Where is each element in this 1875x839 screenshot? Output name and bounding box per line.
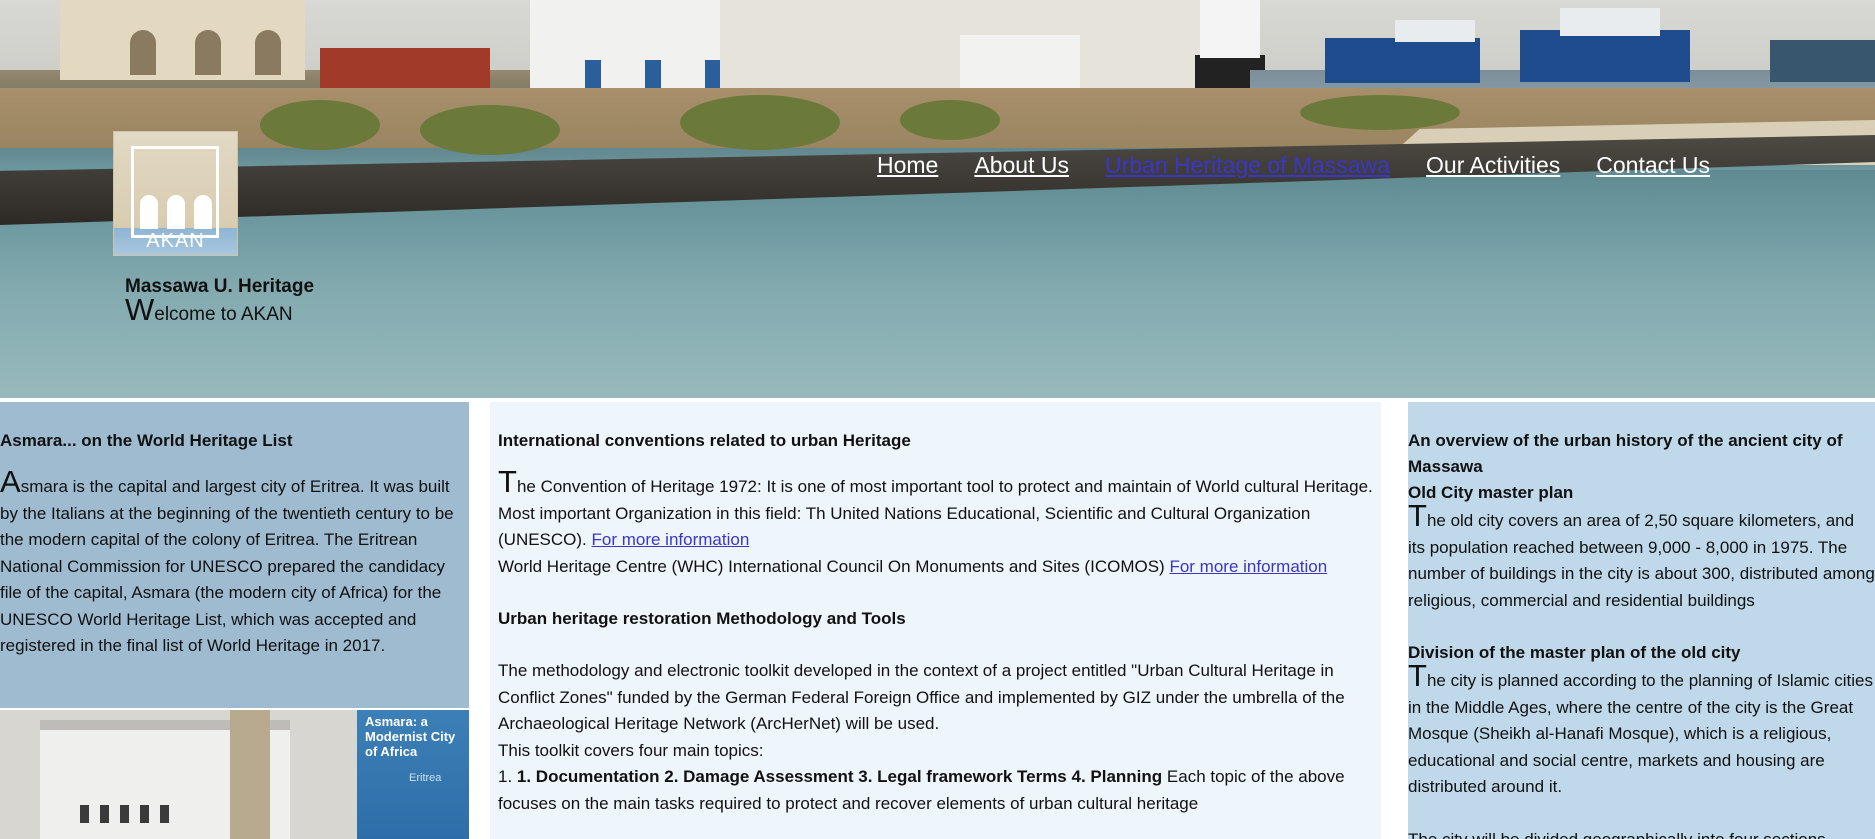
nav-contact-us[interactable]: Contact Us — [1596, 152, 1710, 179]
more-info-link-icomos[interactable]: For more information — [1169, 557, 1327, 576]
logo-text: AKAN — [146, 230, 205, 252]
welcome-rest: elcome to AKAN — [154, 304, 293, 325]
logo-arch — [194, 195, 212, 229]
nav-our-activities[interactable]: Our Activities — [1426, 152, 1560, 179]
topics-list: 1. Documentation 2. Damage Assessment 3.… — [516, 767, 1163, 786]
hero-bush — [900, 100, 1000, 140]
hero-ship — [1770, 40, 1875, 82]
left-heading: Asmara... on the World Heritage List — [0, 431, 293, 450]
middle-content: International conventions related to urb… — [498, 428, 1378, 817]
hero-bush — [1300, 95, 1460, 130]
image-window — [120, 805, 129, 823]
methodology-paragraph: The methodology and electronic toolkit d… — [498, 661, 1345, 733]
left-body: smara is the capital and largest city of… — [0, 477, 454, 655]
book-title: Asmara: a Modernist City of Africa — [365, 714, 456, 759]
hero-ship — [1325, 38, 1480, 83]
image-window — [100, 805, 109, 823]
hero-bush — [680, 95, 840, 150]
hero-container — [320, 48, 490, 93]
hero-building-arch — [255, 30, 281, 75]
akan-logo[interactable]: AKAN — [113, 131, 238, 256]
whc-body: World Heritage Centre (WHC) Internationa… — [498, 556, 1170, 576]
conventions-dropcap: T — [498, 464, 517, 499]
hero-banner — [0, 0, 1875, 398]
left-column: Asmara... on the World Heritage List Asm… — [0, 402, 469, 839]
left-paragraph: Asmara is the capital and largest city o… — [0, 466, 469, 660]
conventions-paragraph: The Convention of Heritage 1972: It is o… — [498, 466, 1378, 554]
hero-ship — [1520, 30, 1690, 82]
master-plan-dropcap: T — [1408, 498, 1427, 533]
nav-urban-heritage[interactable]: Urban Heritage of Massawa — [1105, 152, 1390, 179]
nav-about-us[interactable]: About Us — [974, 152, 1069, 179]
left-content: Asmara... on the World Heritage List Asm… — [0, 428, 469, 660]
middle-column: International conventions related to urb… — [490, 402, 1381, 839]
overview-heading: An overview of the urban history of the … — [1408, 431, 1843, 476]
division-heading: Division of the master plan of the old c… — [1408, 643, 1741, 662]
logo-arch — [140, 195, 158, 229]
hero-building-arch — [130, 30, 156, 75]
master-plan-paragraph: The old city covers an area of 2,50 squa… — [1408, 500, 1875, 614]
nav-home[interactable]: Home — [877, 152, 938, 179]
image-window — [80, 805, 89, 823]
logo-arch — [167, 195, 185, 229]
master-plan-heading: Old City master plan — [1408, 483, 1574, 502]
asmara-book-image: Asmara: a Modernist City of Africa Eritr… — [0, 708, 469, 839]
topics-prefix: 1. — [498, 767, 517, 786]
division-body: he city is planned according to the plan… — [1408, 671, 1873, 796]
sections-paragraph: The city will be divided geographically … — [1408, 829, 1826, 839]
more-info-link-unesco[interactable]: For more information — [592, 530, 750, 549]
division-dropcap: T — [1408, 658, 1427, 693]
hero-ship-deck — [1395, 20, 1475, 42]
right-content: An overview of the urban history of the … — [1408, 428, 1875, 839]
methodology-heading: Urban heritage restoration Methodology a… — [498, 609, 906, 628]
conventions-heading: International conventions related to urb… — [498, 431, 911, 450]
master-plan-body: he old city covers an area of 2,50 squar… — [1408, 511, 1875, 610]
hero-lighthouse — [1200, 0, 1260, 58]
book-cover: Asmara: a Modernist City of Africa Eritr… — [357, 710, 469, 839]
welcome-text: Welcome to AKAN — [125, 294, 293, 326]
hero-ship-deck — [1560, 8, 1660, 36]
hero-bush — [420, 105, 560, 155]
left-dropcap: A — [0, 464, 21, 499]
book-subtitle: Eritrea — [409, 772, 442, 784]
image-window — [140, 805, 149, 823]
toolkit-paragraph: This toolkit covers four main topics: — [498, 740, 764, 760]
welcome-dropcap: W — [125, 292, 155, 327]
division-paragraph: The city is planned according to the pla… — [1408, 660, 1875, 801]
hero-building-arch — [195, 30, 221, 75]
hero-bush — [260, 100, 380, 150]
topics-paragraph: 1. 1. Documentation 2. Damage Assessment… — [498, 764, 1378, 817]
right-column: An overview of the urban history of the … — [1408, 402, 1875, 839]
main-nav: Home About Us Urban Heritage of Massawa … — [877, 152, 1746, 179]
image-window — [160, 805, 169, 823]
image-building-side — [230, 710, 270, 839]
whc-paragraph: World Heritage Centre (WHC) Internationa… — [498, 554, 1378, 581]
